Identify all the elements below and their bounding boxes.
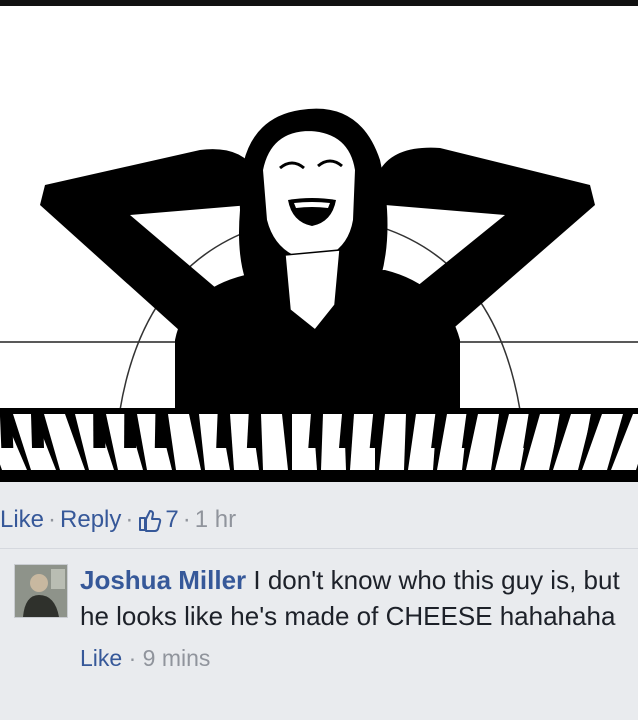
like-button[interactable]: Like: [0, 506, 44, 534]
piano-black-key: [93, 414, 106, 448]
piano-black-key: [216, 414, 230, 448]
like-count-value: 7: [165, 506, 179, 533]
divider: [0, 548, 638, 549]
comment-footer: Like · 9 mins: [80, 640, 625, 676]
comment-like-button[interactable]: Like: [80, 645, 122, 671]
separator-dot: ·: [125, 506, 134, 533]
separator-dot: ·: [128, 645, 137, 671]
comment-author[interactable]: Joshua Miller: [80, 565, 246, 595]
separator-dot: ·: [182, 506, 191, 533]
comment-timestamp[interactable]: 9 mins: [143, 645, 211, 671]
avatar[interactable]: [14, 564, 68, 618]
thumbs-up-icon: [137, 508, 163, 532]
separator-dot: ·: [48, 506, 57, 533]
screenshot-frame: Like · Reply · 7 · 1 hr Joshua Miller I …: [0, 0, 638, 720]
post-timestamp[interactable]: 1 hr: [195, 506, 236, 534]
meme-image[interactable]: [0, 0, 638, 482]
comment-body: Joshua Miller I don't know who this guy …: [80, 562, 625, 676]
piano-black-key: [154, 414, 168, 448]
piano-black-key: [31, 414, 44, 448]
piano-black-key: [0, 414, 14, 448]
post-action-bar: Like · Reply · 7 · 1 hr: [0, 498, 236, 542]
piano-black-key: [246, 414, 261, 448]
piano-black-key: [124, 414, 137, 448]
like-count[interactable]: 7: [137, 506, 179, 534]
reply-button[interactable]: Reply: [60, 506, 121, 534]
